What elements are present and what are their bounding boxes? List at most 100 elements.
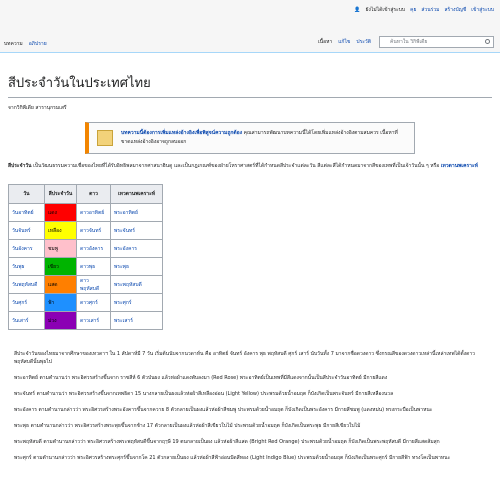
day-color-table: วัน สีประจำวัน ดาว เทวดานพเคราะห์ วันอาท… [8, 184, 163, 330]
day-cell[interactable]: วันพฤหัสบดี [8, 275, 45, 294]
star-cell[interactable]: ดาวจันทร์ [76, 221, 111, 240]
star-cell-text: ดาวพุธ [80, 263, 96, 270]
color-cell: เหลือง [44, 221, 77, 240]
intro-paragraph: สีประจำวัน เป็นวัฒนธรรมความเชื่อของไทยที… [8, 162, 492, 170]
color-cell-text: ชมพู [48, 245, 58, 252]
day-cell-text: วันพุธ [12, 263, 25, 270]
body-paragraph: พระพฤหัสบดี ตามตำนานกล่าวว่า พระอิศวรสร้… [14, 439, 440, 445]
star-cell[interactable]: ดาวเสาร์ [76, 311, 111, 330]
star-cell[interactable]: ดาวพุธ [76, 257, 111, 276]
search-icon[interactable] [485, 39, 490, 44]
star-cell-text: ดาวอาทิตย์ [80, 209, 105, 216]
tab-history[interactable]: ประวัติ [356, 38, 371, 46]
star-cell-text: ดาวอังคาร [80, 245, 104, 252]
deity-cell[interactable]: พระพุธ [110, 257, 163, 276]
intro-link[interactable]: เทวดานพเคราะห์ [441, 163, 478, 169]
color-cell: ชมพู [44, 239, 77, 258]
day-cell-text: วันพฤหัสบดี [12, 281, 38, 288]
day-cell-text: วันศุกร์ [12, 299, 28, 306]
login-link[interactable]: เข้าสู่ระบบ [471, 7, 494, 13]
table-row: วันพฤหัสบดี แสด ดาวพฤหัสบดี พระพฤหัสบดี [8, 275, 163, 294]
day-cell[interactable]: วันศุกร์ [8, 293, 45, 312]
body-paragraph: พระอาทิตย์ ตามตำนานว่า พระอิศวรสร้างขึ้น… [14, 375, 388, 381]
namespace-tabs: บทความ อภิปราย [4, 40, 53, 48]
header-day: วัน [8, 184, 45, 204]
intro-bold: สีประจำวัน [8, 163, 32, 169]
deity-cell[interactable]: พระอาทิตย์ [110, 203, 163, 222]
star-cell[interactable]: ดาวอังคาร [76, 239, 111, 258]
color-cell-text: ฟ้า [48, 299, 55, 306]
page-title: สีประจำวันในประเทศไทย [8, 72, 492, 98]
create-account-link[interactable]: สร้างบัญชี [444, 7, 466, 13]
deity-cell[interactable]: พระจันทร์ [110, 221, 163, 240]
day-cell-text: วันอังคาร [12, 245, 33, 252]
table-row: วันศุกร์ ฟ้า ดาวศุกร์ พระศุกร์ [8, 293, 163, 312]
body-paragraph: พระอังคาร ตามตำนานกล่าวว่า พระอิศวรสร้าง… [14, 407, 433, 413]
notice-bold-link[interactable]: บทความนี้ต้องการเพิ่มแหล่งอ้างอิงเพื่อพิ… [121, 130, 242, 136]
deity-cell-text: พระศุกร์ [114, 299, 132, 306]
day-cell-text: วันเสาร์ [12, 317, 29, 324]
day-cell-text: วันอาทิตย์ [12, 209, 34, 216]
refimprove-notice: บทความนี้ต้องการเพิ่มแหล่งอ้างอิงเพื่อพิ… [85, 122, 415, 154]
user-icon: 👤 [354, 7, 361, 13]
day-cell[interactable]: วันเสาร์ [8, 311, 45, 330]
color-cell: ม่วง [44, 311, 77, 330]
body-paragraph: สีประจำวันของไทยมาจากศึกษาของเทวดาฯ ใน 1… [14, 351, 475, 365]
star-cell[interactable]: ดาวอาทิตย์ [76, 203, 111, 222]
deity-cell-text: พระจันทร์ [114, 227, 135, 234]
deity-cell[interactable]: พระเสาร์ [110, 311, 163, 330]
table-row: วันเสาร์ ม่วง ดาวเสาร์ พระเสาร์ [8, 311, 163, 330]
deity-cell[interactable]: พระศุกร์ [110, 293, 163, 312]
book-icon [97, 130, 113, 146]
body-paragraph: พระจันทร์ ตามตำนานว่า พระอิศวรสร้างขึ้นจ… [14, 391, 394, 397]
page-subtitle: จากวิกิพีเดีย สารานุกรมเสรี [8, 105, 67, 111]
star-cell[interactable]: ดาวพฤหัสบดี [76, 275, 111, 294]
notice-text: บทความนี้ต้องการเพิ่มแหล่งอ้างอิงเพื่อพิ… [121, 129, 406, 147]
table-row: วันอังคาร ชมพู ดาวอังคาร พระอังคาร [8, 239, 163, 258]
deity-cell-text: พระเสาร์ [114, 317, 133, 324]
day-cell[interactable]: วันอังคาร [8, 239, 45, 258]
color-cell-text: เขียว [48, 263, 59, 270]
day-cell[interactable]: วันอาทิตย์ [8, 203, 45, 222]
day-cell[interactable]: วันจันทร์ [8, 221, 45, 240]
tab-article[interactable]: บทความ [4, 41, 23, 47]
deity-cell[interactable]: พระพฤหัสบดี [110, 275, 163, 294]
star-cell-text: ดาวเสาร์ [80, 317, 100, 324]
table-row: วันจันทร์ เหลือง ดาวจันทร์ พระจันทร์ [8, 221, 163, 240]
table-header-row: วัน สีประจำวัน ดาว เทวดานพเคราะห์ [8, 184, 163, 204]
table-row: วันพุธ เขียว ดาวพุธ พระพุธ [8, 257, 163, 276]
color-cell-text: แดง [48, 209, 57, 216]
color-cell: แสด [44, 275, 77, 294]
color-cell: แดง [44, 203, 77, 222]
talk-link[interactable]: คุย [410, 7, 416, 13]
body-paragraph: พระศุกร์ ตามตำนานกล่าวว่า พระอิศวรสร้างพ… [14, 455, 451, 461]
contributions-link[interactable]: ส่วนร่วม [421, 7, 439, 13]
tab-discussion[interactable]: อภิปราย [29, 41, 47, 47]
tab-edit[interactable]: แก้ไข [338, 38, 350, 46]
view-tabs: เนื้อหา แก้ไข ประวัติ ค้นหาใน วิกิพีเดีย [312, 36, 494, 48]
header-color: สีประจำวัน [44, 184, 77, 204]
star-cell-text: ดาวศุกร์ [80, 299, 98, 306]
tab-read[interactable]: เนื้อหา [318, 38, 332, 46]
star-cell-text: ดาวจันทร์ [80, 227, 102, 234]
color-cell: ฟ้า [44, 293, 77, 312]
day-cell-text: วันจันทร์ [12, 227, 31, 234]
intro-text: เป็นวัฒนธรรมความเชื่อของไทยที่ได้รับอิทธ… [31, 163, 441, 169]
main-content: สีประจำวันในประเทศไทย จากวิกิพีเดีย สารา… [0, 52, 500, 495]
not-logged-in-text: ยังไม่ได้เข้าสู่ระบบ [365, 7, 406, 13]
personal-tools: 👤 ยังไม่ได้เข้าสู่ระบบ คุย ส่วนร่วม สร้างบัญ… [349, 6, 494, 14]
deity-cell[interactable]: พระอังคาร [110, 239, 163, 258]
color-cell-text: แสด [48, 281, 58, 288]
body-paragraph: พระพุธ ตามตำนานกล่าวว่า พระอิศวรสร้างพระ… [14, 423, 361, 429]
table-row: วันอาทิตย์ แดง ดาวอาทิตย์ พระอาทิตย์ [8, 203, 163, 222]
deity-cell-text: พระพุธ [114, 263, 130, 270]
deity-cell-text: พระอาทิตย์ [114, 209, 138, 216]
search-input[interactable]: ค้นหาใน วิกิพีเดีย [379, 36, 494, 48]
color-cell: เขียว [44, 257, 77, 276]
deity-cell-text: พระพฤหัสบดี [114, 281, 142, 288]
day-cell[interactable]: วันพุธ [8, 257, 45, 276]
body-paragraphs: สีประจำวันของไทยมาจากศึกษาของเทวดาฯ ใน 1… [8, 350, 492, 462]
star-cell-text: ดาวพฤหัสบดี [80, 277, 100, 292]
star-cell[interactable]: ดาวศุกร์ [76, 293, 111, 312]
search-placeholder: ค้นหาใน วิกิพีเดีย [390, 39, 428, 45]
